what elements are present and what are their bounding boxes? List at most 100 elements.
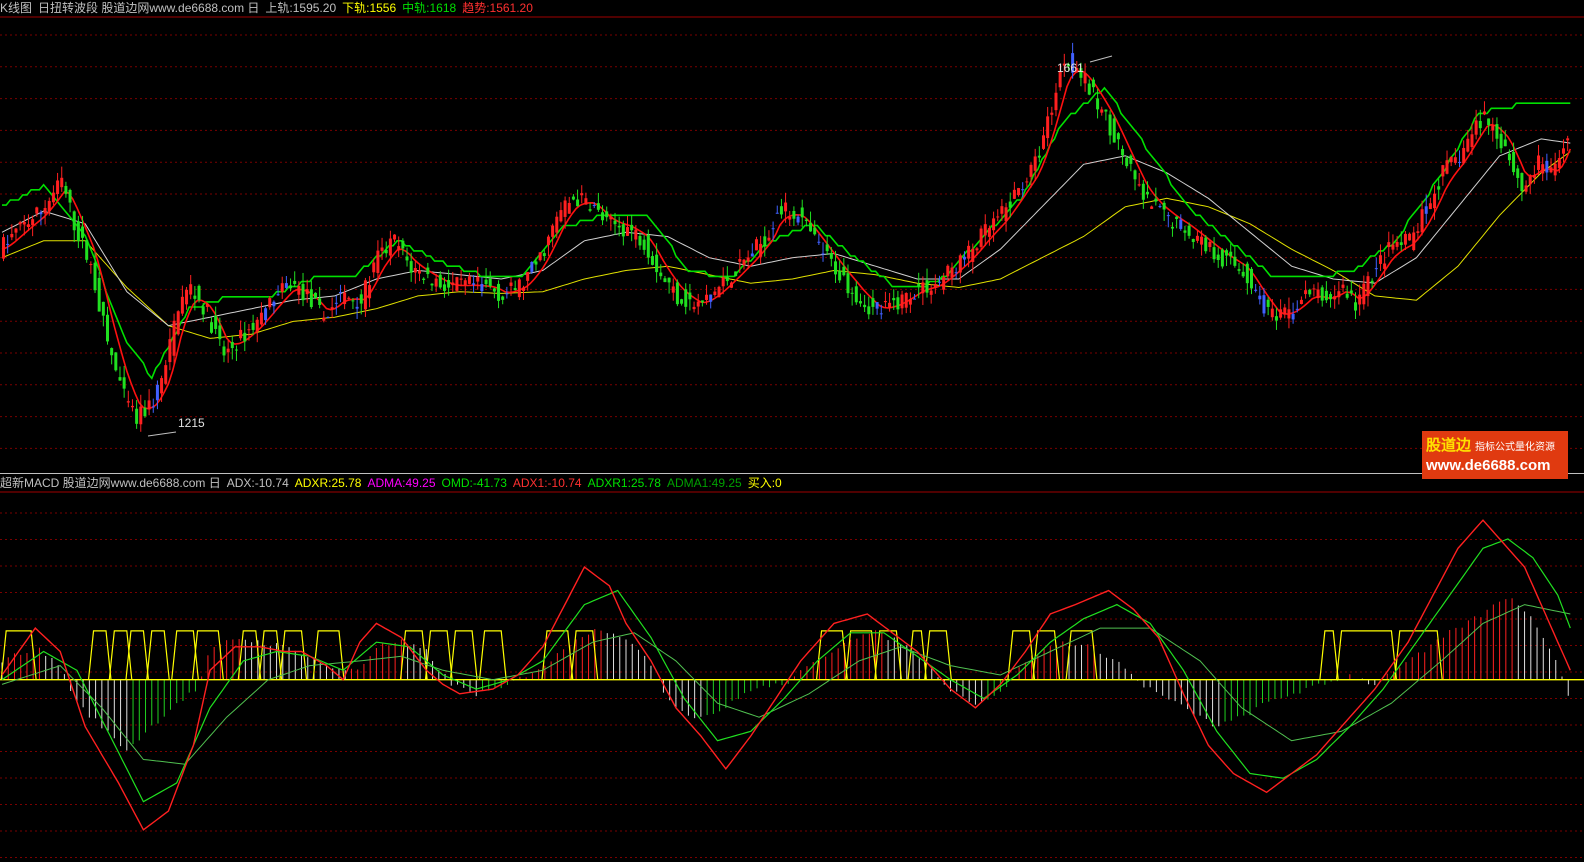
candle-body	[1354, 302, 1357, 311]
candle-body	[792, 211, 796, 219]
candle-body	[784, 202, 788, 212]
candle-body	[1104, 109, 1108, 112]
candle-body	[280, 283, 284, 292]
candle-body	[1395, 241, 1399, 247]
candle-body	[983, 224, 987, 236]
candle-body	[1491, 125, 1495, 131]
candle-body	[1437, 186, 1441, 190]
candle-body	[551, 225, 555, 237]
candle-body	[259, 312, 263, 325]
candle-body	[347, 297, 351, 299]
candle-body	[409, 261, 413, 273]
candle-body	[1054, 92, 1058, 111]
candle-body	[1191, 239, 1195, 242]
candle-body	[164, 365, 168, 384]
candle-body	[630, 224, 634, 231]
candle-body	[1470, 134, 1474, 148]
upper-panel-title: K线图	[0, 1, 33, 15]
candle-body	[1233, 256, 1237, 266]
candle-body	[155, 384, 159, 401]
candle-body	[368, 285, 372, 299]
candle-body	[293, 280, 297, 284]
candle-body	[1000, 206, 1004, 214]
candle-body	[438, 274, 442, 288]
candle-body	[451, 282, 455, 286]
candle-body	[1295, 308, 1299, 310]
candle-body	[1100, 109, 1104, 113]
lower-stat-5: ADXR1:25.78	[587, 476, 661, 490]
candle-body	[634, 229, 638, 240]
candle-body	[1387, 242, 1391, 248]
candle-body	[234, 349, 238, 351]
candle-body	[442, 284, 446, 291]
watermark-badge[interactable]: 股道边 指标公式量化资源 www.de6688.com	[1422, 431, 1568, 479]
candle-body	[513, 288, 517, 291]
candle-body	[576, 199, 580, 207]
candle-body	[1274, 316, 1278, 321]
candle-body	[197, 285, 201, 301]
candle-body	[809, 222, 813, 232]
candle-body	[1187, 225, 1191, 236]
candle-body	[696, 301, 700, 307]
candle-body	[1208, 241, 1212, 248]
candle-body	[684, 289, 688, 307]
candle-body	[501, 296, 505, 300]
candle	[1112, 114, 1116, 143]
candle-body	[1532, 175, 1536, 178]
candle-body	[476, 276, 480, 282]
candle-body	[750, 253, 754, 257]
candle-body	[1474, 120, 1478, 135]
candle-body	[771, 228, 775, 230]
candle-body	[93, 262, 97, 291]
candle-body	[35, 207, 39, 214]
candle-body	[1320, 287, 1324, 301]
candle-body	[1146, 191, 1149, 195]
candle-body	[226, 348, 230, 353]
candle-body	[838, 270, 842, 281]
candle-body	[867, 306, 871, 315]
candle-body	[1329, 294, 1333, 300]
candle-body	[176, 311, 180, 335]
candle-body	[76, 221, 80, 242]
candle-body	[1137, 184, 1141, 186]
watermark-url: www.de6688.com	[1426, 457, 1551, 474]
candle-body	[1220, 249, 1224, 267]
candle-body	[1087, 83, 1091, 95]
candle-body	[605, 211, 609, 218]
candle-body	[1316, 289, 1320, 299]
candle-body	[1341, 284, 1345, 288]
candle-body	[372, 262, 376, 273]
candle-body	[846, 273, 850, 294]
candle-body	[201, 306, 205, 315]
candle-body	[854, 286, 858, 303]
candle	[455, 276, 459, 293]
candle-body	[1557, 158, 1561, 168]
candle-body	[334, 302, 338, 304]
candle-body	[563, 200, 567, 217]
candle-body	[546, 236, 550, 246]
candle-body	[742, 259, 746, 266]
candle-body	[617, 225, 621, 228]
candle-body	[1291, 313, 1295, 320]
candle-body	[609, 216, 613, 220]
candle-body	[817, 241, 821, 243]
candle-body	[405, 256, 409, 261]
candle-body	[567, 202, 571, 214]
candle-body	[218, 325, 222, 340]
candle-body	[975, 248, 979, 251]
candle-body	[1362, 283, 1366, 305]
candle-body	[14, 228, 18, 233]
candle-body	[143, 407, 147, 417]
candle-body	[1428, 203, 1432, 210]
candle-body	[1091, 79, 1095, 88]
watermark-brand: 股道边	[1426, 437, 1472, 454]
candle-body	[480, 284, 484, 292]
lower-stat-4: ADX1:-10.74	[512, 476, 582, 490]
candle-body	[26, 224, 30, 228]
candle-body	[1270, 308, 1274, 318]
candle-body	[1004, 207, 1008, 221]
candle-body	[10, 233, 14, 238]
candle-body	[1562, 148, 1565, 154]
candle-body	[1096, 98, 1100, 110]
candle-body	[139, 406, 143, 425]
